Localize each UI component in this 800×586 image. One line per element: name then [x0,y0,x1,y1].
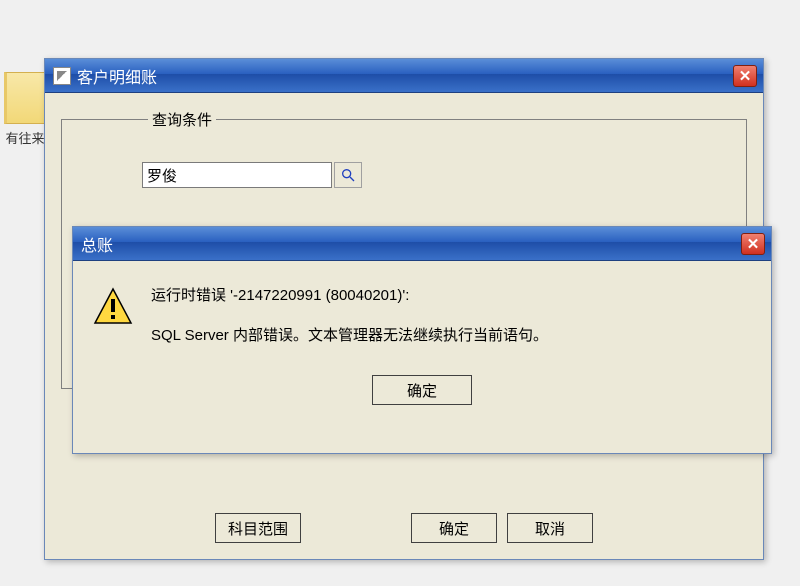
error-line-2: SQL Server 内部错误。文本管理器无法继续执行当前语句。 [151,323,548,349]
desktop-shortcut-label: 有往来 [0,128,50,147]
titlebar[interactable]: 客户明细账 ✕ [45,59,763,93]
error-dialog: 总账 ✕ 运行时错误 '-2147220991 (80040201)': SQL… [72,226,772,454]
warning-icon [93,287,133,327]
error-close-button[interactable]: ✕ [741,233,765,255]
search-input[interactable] [142,162,332,188]
lookup-button[interactable] [334,162,362,188]
close-icon: ✕ [739,67,752,85]
button-bar: 科目范围 确定 取消 [51,513,757,543]
cancel-button[interactable]: 取消 [507,513,593,543]
desktop-shortcut[interactable]: 有往来 [0,72,50,147]
search-row [142,162,734,188]
close-icon: ✕ [747,235,760,253]
search-icon [340,167,356,183]
fieldset-legend: 查询条件 [148,109,216,130]
ok-cancel-group: 确定 取消 [411,513,593,543]
notes-icon [4,72,46,124]
error-body: 运行时错误 '-2147220991 (80040201)': SQL Serv… [79,267,765,447]
subject-scope-button[interactable]: 科目范围 [215,513,301,543]
error-line-1: 运行时错误 '-2147220991 (80040201)': [151,283,548,309]
window-title: 客户明细账 [77,64,733,88]
error-ok-button[interactable]: 确定 [372,375,472,405]
ok-button[interactable]: 确定 [411,513,497,543]
close-button[interactable]: ✕ [733,65,757,87]
error-titlebar[interactable]: 总账 ✕ [73,227,771,261]
error-dialog-title: 总账 [81,232,741,256]
message-area: 运行时错误 '-2147220991 (80040201)': SQL Serv… [93,283,751,363]
app-icon [53,67,71,85]
error-message: 运行时错误 '-2147220991 (80040201)': SQL Serv… [151,283,548,363]
